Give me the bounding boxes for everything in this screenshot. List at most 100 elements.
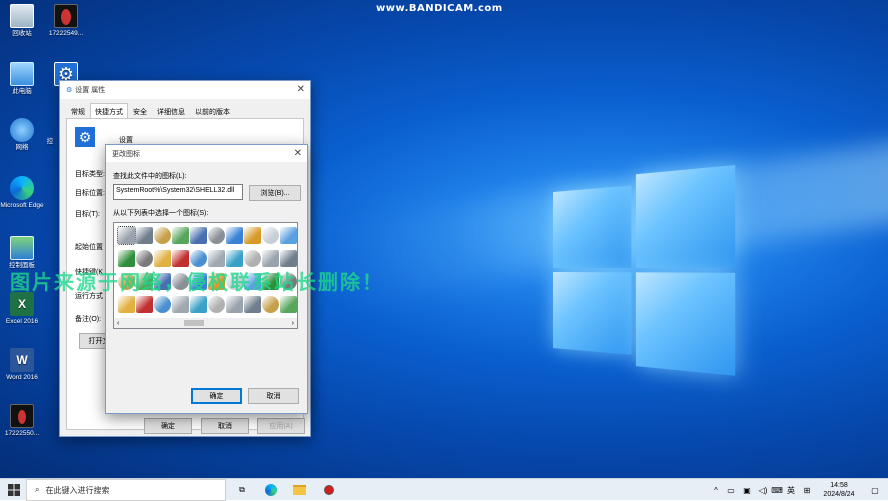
keyboard-tray[interactable]: ⌨: [770, 479, 784, 501]
shell-icon-cell[interactable]: [262, 296, 279, 313]
desktop-icon-video-1[interactable]: 17222549...: [44, 4, 88, 38]
dialog-title: 更改图标: [112, 150, 140, 158]
shell-icon-cell[interactable]: [262, 250, 279, 267]
close-icon[interactable]: ✕: [297, 84, 305, 95]
browse-button[interactable]: 浏览(B)...: [249, 185, 301, 201]
shell-icon-cell[interactable]: [190, 250, 207, 267]
shell-icon-cell[interactable]: [226, 227, 243, 244]
desktop-icon-network[interactable]: 网络: [0, 118, 44, 152]
horizontal-scrollbar[interactable]: ‹ ›: [114, 318, 297, 328]
shell-icon-cell[interactable]: [226, 250, 243, 267]
shell-icon-cell[interactable]: [262, 227, 279, 244]
volume-tray[interactable]: ◁): [756, 479, 770, 501]
show-hidden-icons[interactable]: ^: [710, 479, 722, 501]
window-title: 设置 属性: [75, 87, 106, 94]
battery-tray[interactable]: ▭: [724, 479, 738, 501]
notification-button[interactable]: ▢: [866, 479, 884, 501]
network-tray-icon: ▣: [743, 485, 751, 495]
shell-icon-cell[interactable]: [190, 296, 207, 313]
ok-button[interactable]: 确定: [144, 418, 192, 434]
shell-icon-cell[interactable]: [118, 296, 135, 313]
title-gear-icon: ⚙: [66, 87, 73, 94]
desktop-icon-word[interactable]: W Word 2016: [0, 348, 44, 382]
task-view-button[interactable]: ⧉: [233, 479, 251, 501]
shell-icon-cell[interactable]: [172, 227, 189, 244]
shell-icon-cell[interactable]: [280, 296, 297, 313]
desktop-icon-edge[interactable]: Microsoft Edge: [0, 176, 44, 210]
clock[interactable]: 14:58 2024/8/24: [816, 479, 862, 501]
scroll-thumb[interactable]: [184, 320, 204, 326]
shell-icon-cell[interactable]: [190, 227, 207, 244]
dialog-close-icon[interactable]: ✕: [294, 148, 302, 159]
shell-icon-cell[interactable]: [172, 250, 189, 267]
control-panel-icon: [10, 236, 34, 260]
windows-logo: [553, 160, 739, 376]
target-label: 目标(T):: [75, 211, 100, 218]
desktop-icon-control-panel[interactable]: 控制面板: [0, 236, 44, 270]
shell-icon-cell[interactable]: [244, 227, 261, 244]
ime-mode-icon: ⊞: [803, 485, 811, 495]
taskbar-file-explorer[interactable]: [290, 479, 308, 501]
excel-icon: X: [10, 292, 34, 316]
dialog-ok-button[interactable]: 确定: [191, 388, 242, 404]
video-thumbnail-icon: [54, 4, 78, 28]
desktop-icon-recycle-bin[interactable]: 回收站: [0, 4, 44, 38]
search-placeholder: 在此键入进行搜索: [45, 485, 110, 495]
taskbar-edge[interactable]: [262, 479, 280, 501]
ime-mode-tray[interactable]: ⊞: [800, 479, 814, 501]
icon-file-path-input[interactable]: SystemRoot%\System32\SHELL32.dll: [113, 184, 243, 200]
shell-icon-cell[interactable]: [136, 296, 153, 313]
shell-icon-cell[interactable]: [118, 250, 135, 267]
shell-icon-cell[interactable]: [154, 250, 171, 267]
dialog-title-bar: 更改图标: [106, 145, 307, 162]
copyright-overlay-text: 图片来源于网络，侵权联系站长删除！: [10, 270, 384, 294]
target-location-label: 目标位置:: [75, 190, 105, 197]
shell-icon-cell[interactable]: [208, 227, 225, 244]
desktop-icon-this-pc[interactable]: 此电脑: [0, 62, 44, 96]
desktop-icon-excel[interactable]: X Excel 2016: [0, 292, 44, 326]
record-icon: [324, 485, 334, 495]
shell-icon-cell[interactable]: [226, 296, 243, 313]
shell-icon-cell[interactable]: [208, 296, 225, 313]
desktop-icon-label: 17222550...: [4, 430, 40, 437]
comment-label: 备注(O):: [75, 316, 102, 323]
desktop: www.BANDICAM.com 回收站 17222549... 此电脑 ⚙ 网…: [0, 0, 888, 478]
desktop-icon-label: 17222549...: [48, 30, 84, 37]
task-view-icon: ⧉: [239, 485, 245, 494]
scroll-right-arrow[interactable]: ›: [292, 320, 294, 327]
shell-icon-cell[interactable]: [280, 227, 297, 244]
input-method-indicator[interactable]: 英: [784, 479, 798, 501]
edge-icon: [10, 176, 34, 200]
shell-icon-cell[interactable]: [208, 250, 225, 267]
chevron-up-icon: ^: [714, 485, 718, 495]
scroll-left-arrow[interactable]: ‹: [117, 320, 119, 327]
desktop-icon-label: Microsoft Edge: [0, 202, 44, 209]
desktop-icon-label: 网络: [15, 144, 29, 151]
shell-icon-cell[interactable]: [117, 226, 136, 245]
shell-icon-cell[interactable]: [244, 296, 261, 313]
shell-icon-cell[interactable]: [172, 296, 189, 313]
desktop-icon-label: 回收站: [12, 30, 32, 37]
battery-icon: ▭: [727, 485, 735, 495]
notification-icon: ▢: [871, 485, 879, 495]
shell-icon-cell[interactable]: [136, 227, 153, 244]
start-button[interactable]: [4, 479, 24, 501]
shell-icon-cell[interactable]: [244, 250, 261, 267]
shell-icon-cell[interactable]: [154, 296, 171, 313]
find-icons-label: 查找此文件中的图标(L):: [113, 173, 187, 180]
taskbar-bandicam[interactable]: [320, 479, 338, 501]
shell-icon-cell[interactable]: [280, 250, 297, 267]
speaker-icon: ◁): [758, 485, 768, 495]
cancel-button[interactable]: 取消: [201, 418, 249, 434]
network-tray[interactable]: ▣: [740, 479, 754, 501]
shell-icon-cell[interactable]: [154, 227, 171, 244]
desktop-icon-video-2[interactable]: 17222550...: [0, 404, 44, 438]
computer-icon: [10, 62, 34, 86]
dialog-cancel-button[interactable]: 取消: [248, 388, 299, 404]
apply-button[interactable]: 应用(A): [257, 418, 305, 434]
taskbar-search-box[interactable]: ⌕ 在此键入进行搜索: [26, 479, 226, 501]
search-icon: ⌕: [35, 485, 40, 494]
title-bar: ⚙ 设置 属性: [60, 81, 310, 99]
shell-icon-cell[interactable]: [136, 250, 153, 267]
clock-date: 2024/8/24: [823, 491, 855, 498]
